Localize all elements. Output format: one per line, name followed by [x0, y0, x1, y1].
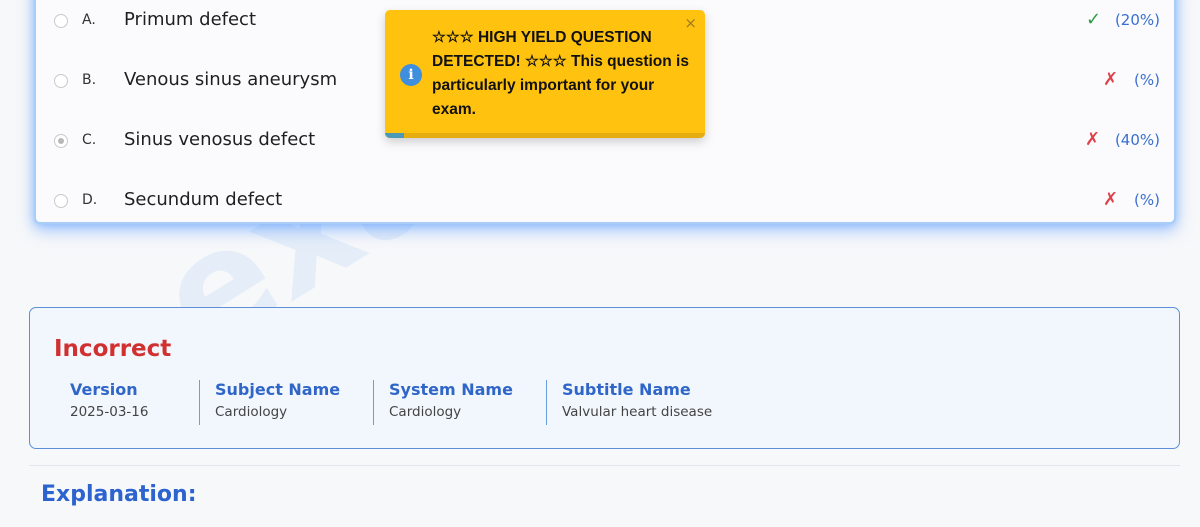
option-row-d[interactable]: D. Secundum defect ✗ (%) — [36, 182, 1174, 222]
toast-progress-fill — [385, 133, 405, 138]
meta-divider — [199, 380, 200, 425]
info-icon: i — [400, 64, 422, 86]
meta-subject: Subject Name Cardiology — [215, 380, 340, 426]
high-yield-toast: × i ☆☆☆ HIGH YIELD QUESTION DETECTED! ☆☆… — [385, 10, 705, 138]
meta-value: Cardiology — [389, 404, 462, 420]
option-radio[interactable] — [54, 14, 68, 28]
meta-version: Version 2025-03-16 — [70, 380, 148, 426]
meta-divider — [546, 380, 547, 425]
meta-value: Cardiology — [215, 404, 288, 420]
meta-system: System Name Cardiology — [389, 380, 513, 426]
option-letter: B. — [82, 72, 97, 88]
option-percent: (%) — [1134, 191, 1160, 209]
option-text: Sinus venosus defect — [124, 129, 316, 150]
meta-label: Version — [70, 380, 138, 399]
check-icon: ✓ — [1086, 9, 1102, 30]
meta-subtitle: Subtitle Name Valvular heart disease — [562, 380, 712, 426]
cross-icon: ✗ — [1103, 69, 1119, 90]
option-radio[interactable] — [54, 74, 68, 88]
option-radio[interactable] — [54, 194, 68, 208]
meta-value: 2025-03-16 — [70, 404, 149, 420]
option-letter: C. — [82, 132, 97, 148]
option-percent: (40%) — [1114, 131, 1160, 149]
option-text: Secundum defect — [124, 189, 283, 210]
option-letter: D. — [82, 192, 98, 208]
meta-value: Valvular heart disease — [562, 404, 713, 420]
option-percent: (20%) — [1114, 11, 1160, 29]
toast-progress-bar — [385, 133, 705, 138]
cross-icon: ✗ — [1085, 129, 1101, 150]
meta-divider — [373, 380, 374, 425]
option-percent: (%) — [1134, 71, 1160, 89]
explanation-heading: Explanation: — [41, 482, 197, 507]
meta-label: Subject Name — [215, 380, 341, 399]
result-status: Incorrect — [54, 336, 172, 362]
section-divider — [29, 465, 1180, 466]
cross-icon: ✗ — [1103, 189, 1119, 210]
option-radio-selected[interactable] — [54, 134, 68, 148]
result-card: Incorrect Version 2025-03-16 Subject Nam… — [29, 307, 1180, 449]
option-letter: A. — [82, 12, 96, 28]
option-text: Primum defect — [124, 9, 257, 30]
meta-label: System Name — [389, 380, 513, 399]
high-yield-message: ☆☆☆ HIGH YIELD QUESTION DETECTED! ☆☆☆ Th… — [432, 29, 689, 118]
option-text: Venous sinus aneurysm — [124, 69, 338, 90]
meta-label: Subtitle Name — [562, 380, 691, 399]
